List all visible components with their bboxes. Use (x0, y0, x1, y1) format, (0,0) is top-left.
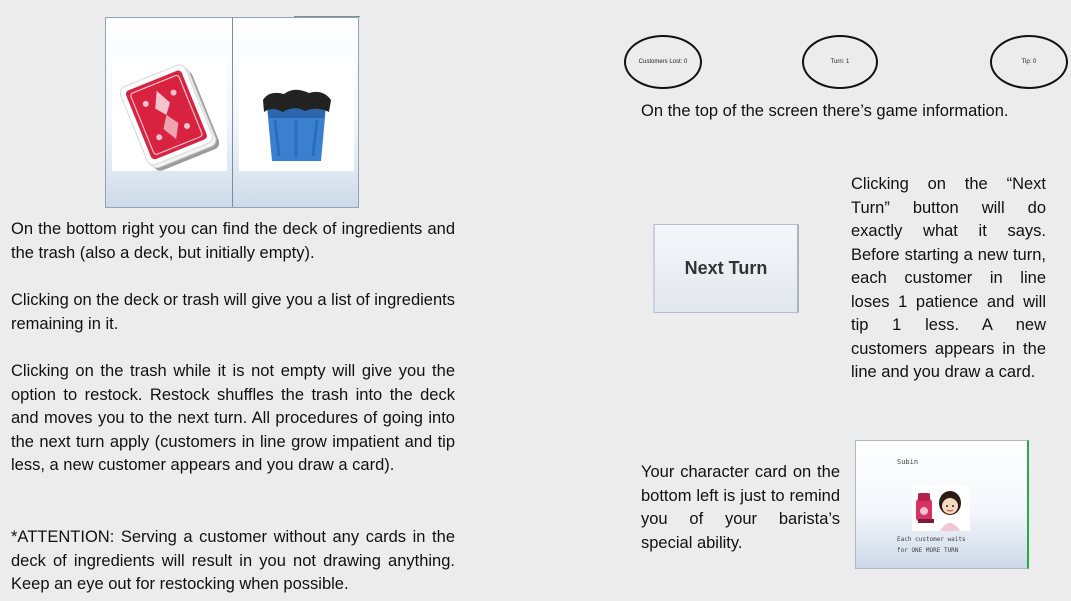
panel-divider (232, 18, 233, 207)
barista-avatar-icon (912, 485, 970, 531)
character-card-description: Your character card on the bottom left i… (641, 463, 840, 552)
game-info-caption: On the top of the screen there’s game in… (641, 102, 1009, 120)
playing-card-deck-icon (119, 64, 220, 171)
trash-bin-icon (263, 89, 331, 161)
ability-line-1: Each customer waits (897, 536, 966, 543)
attention-paragraph: *ATTENTION: Serving a customer without a… (11, 528, 455, 593)
deck-list-paragraph: Clicking on the deck or trash will give … (11, 291, 455, 333)
customers-lost-indicator: Customers Lost: 0 (624, 35, 702, 89)
panel-top-line (294, 16, 360, 17)
character-ability-text: Each customer waits for ONE MORE TURN (897, 534, 966, 556)
ability-line-2: for ONE MORE TURN (897, 547, 959, 554)
character-name: Subin (897, 458, 919, 466)
character-card[interactable]: Subin Each customer waits for ONE MORE T… (855, 440, 1029, 569)
trash-deck[interactable] (239, 56, 354, 171)
next-turn-button[interactable]: Next Turn (653, 224, 799, 313)
ingredient-deck[interactable] (112, 56, 227, 171)
tip-indicator: Tip: 0 (990, 35, 1068, 89)
deck-trash-panel (105, 16, 360, 208)
restock-paragraph: Clicking on the trash while it is not em… (11, 362, 455, 474)
deck-location-paragraph: On the bottom right you can find the dec… (11, 220, 455, 262)
next-turn-description: Clicking on the “Next Turn” button will … (851, 175, 1046, 381)
turn-indicator: Turn: 1 (802, 35, 878, 89)
